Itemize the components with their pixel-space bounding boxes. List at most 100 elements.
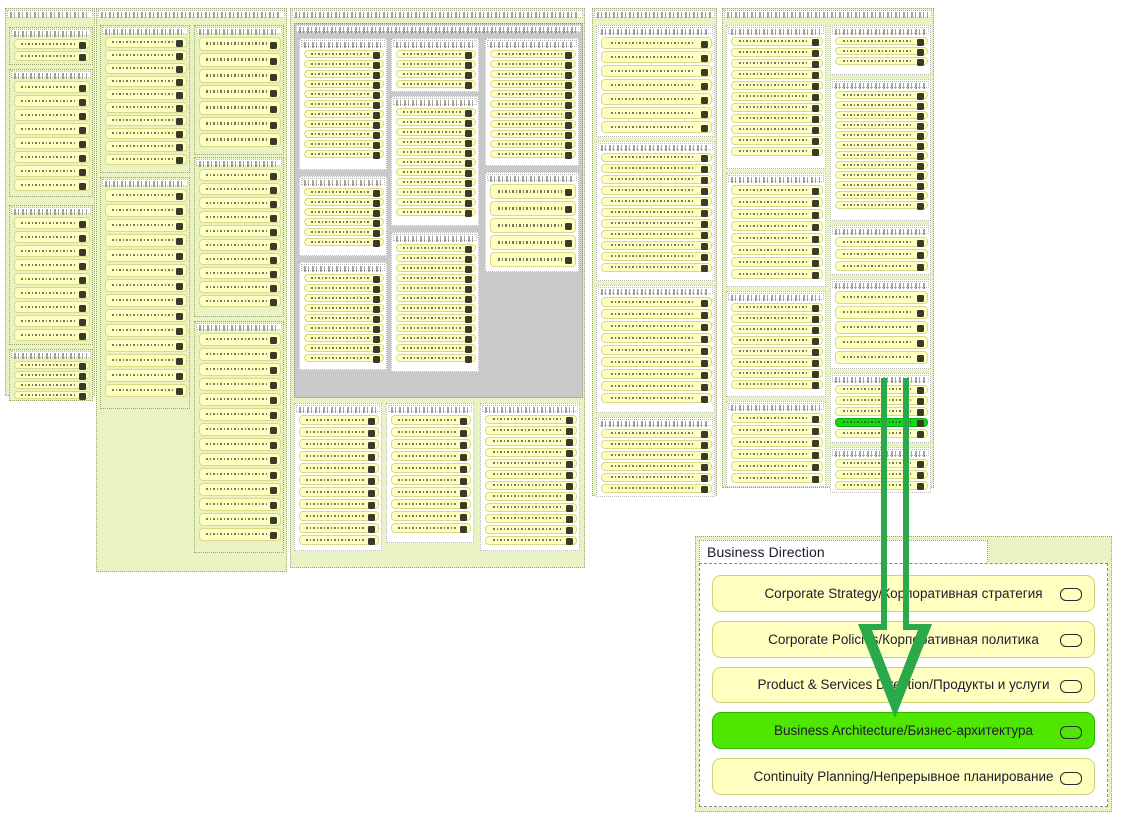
capability-element[interactable]	[105, 141, 187, 152]
capability-element[interactable]	[601, 175, 712, 184]
capability-element[interactable]	[601, 357, 712, 367]
capability-element[interactable]	[485, 492, 577, 501]
capability-element[interactable]	[731, 114, 823, 123]
capability-element[interactable]	[396, 314, 476, 323]
capability-element[interactable]	[14, 361, 90, 370]
capability-element[interactable]	[731, 37, 823, 46]
capability-element[interactable]	[304, 140, 384, 149]
capability-group[interactable]	[194, 321, 284, 553]
capability-group[interactable]	[596, 417, 715, 497]
capability-element[interactable]	[731, 147, 823, 156]
capability-element[interactable]	[105, 37, 187, 48]
capability-element[interactable]	[299, 475, 379, 485]
capability-element[interactable]	[601, 153, 712, 162]
capability-group[interactable]	[391, 38, 479, 92]
capability-element[interactable]	[490, 50, 576, 59]
capability-element[interactable]	[601, 93, 712, 105]
capability-element[interactable]	[731, 59, 823, 68]
capability-element[interactable]	[601, 381, 712, 391]
capability-element[interactable]	[835, 237, 928, 247]
capability-element[interactable]	[199, 498, 281, 511]
capability-element[interactable]	[731, 425, 823, 435]
capability-element[interactable]	[835, 407, 928, 416]
capability-element[interactable]	[601, 37, 712, 49]
capability-element[interactable]	[14, 165, 90, 177]
capability-element[interactable]	[14, 273, 90, 285]
capability-element[interactable]	[835, 291, 928, 304]
capability-element[interactable]	[299, 511, 379, 521]
capability-element[interactable]	[199, 133, 281, 147]
capability-element[interactable]	[601, 186, 712, 195]
capability-element[interactable]	[485, 437, 577, 446]
capability-element[interactable]	[105, 279, 187, 292]
capability-element[interactable]	[601, 164, 712, 173]
capability-element[interactable]	[391, 475, 471, 485]
capability-element[interactable]	[601, 333, 712, 343]
capability-element[interactable]	[304, 314, 384, 323]
capability-element[interactable]	[14, 137, 90, 149]
capability-element[interactable]	[731, 314, 823, 323]
capability-element[interactable]	[304, 100, 384, 109]
capability-element[interactable]	[396, 244, 476, 253]
capability-element[interactable]	[396, 254, 476, 263]
capability-element[interactable]	[485, 470, 577, 479]
capability-element[interactable]	[731, 380, 823, 389]
capability-element[interactable]	[14, 217, 90, 229]
capability-element[interactable]	[396, 274, 476, 283]
capability-element[interactable]	[835, 37, 928, 46]
capability-element[interactable]	[835, 396, 928, 405]
capability-element[interactable]	[199, 101, 281, 115]
capability-element[interactable]	[731, 347, 823, 356]
capability-element[interactable]	[199, 267, 281, 279]
capability-element[interactable]	[199, 197, 281, 209]
capability-element[interactable]	[391, 499, 471, 509]
capability-element[interactable]	[304, 344, 384, 353]
capability-element[interactable]	[299, 463, 379, 473]
capability-element[interactable]	[835, 418, 928, 427]
capability-group[interactable]	[294, 403, 382, 551]
capability-element[interactable]	[396, 60, 476, 69]
capability-element[interactable]	[105, 339, 187, 352]
capability-element[interactable]	[199, 483, 281, 496]
capability-element[interactable]	[14, 51, 90, 61]
capability-element[interactable]	[485, 426, 577, 435]
business-element[interactable]: Continuity Planning/Непрерывное планиров…	[712, 758, 1095, 795]
capability-element[interactable]	[731, 245, 823, 255]
capability-element[interactable]	[199, 295, 281, 307]
capability-element[interactable]	[490, 130, 576, 139]
capability-element[interactable]	[835, 121, 928, 130]
business-direction-group[interactable]: Business Direction Corporate Strategy/Ко…	[695, 536, 1112, 812]
capability-element[interactable]	[731, 209, 823, 219]
capability-element[interactable]	[105, 50, 187, 61]
capability-group[interactable]	[830, 373, 931, 443]
capability-element[interactable]	[490, 235, 576, 250]
capability-element[interactable]	[835, 201, 928, 210]
capability-element[interactable]	[490, 252, 576, 267]
business-element[interactable]: Corporate Strategy/Корпоративная стратег…	[712, 575, 1095, 612]
capability-element[interactable]	[105, 219, 187, 232]
capability-element[interactable]	[391, 487, 471, 497]
capability-group[interactable]	[596, 141, 715, 281]
highlighted-subgroup[interactable]	[294, 23, 583, 398]
capability-element[interactable]	[105, 234, 187, 247]
capability-element[interactable]	[304, 50, 384, 59]
capability-element[interactable]	[396, 344, 476, 353]
capability-group[interactable]	[485, 172, 579, 272]
capability-element[interactable]	[396, 158, 476, 167]
capability-element[interactable]	[105, 294, 187, 307]
capability-group[interactable]	[830, 225, 931, 275]
capability-element[interactable]	[490, 184, 576, 199]
capability-element[interactable]	[601, 121, 712, 133]
capability-element[interactable]	[485, 459, 577, 468]
capability-element[interactable]	[299, 499, 379, 509]
capability-element[interactable]	[731, 70, 823, 79]
capability-element[interactable]	[485, 536, 577, 545]
capability-element[interactable]	[304, 90, 384, 99]
capability-element[interactable]	[105, 249, 187, 262]
capability-element[interactable]	[601, 484, 712, 493]
capability-element[interactable]	[105, 63, 187, 74]
capability-element[interactable]	[490, 70, 576, 79]
capability-element[interactable]	[299, 439, 379, 449]
capability-group[interactable]	[830, 447, 931, 493]
capability-element[interactable]	[105, 154, 187, 165]
